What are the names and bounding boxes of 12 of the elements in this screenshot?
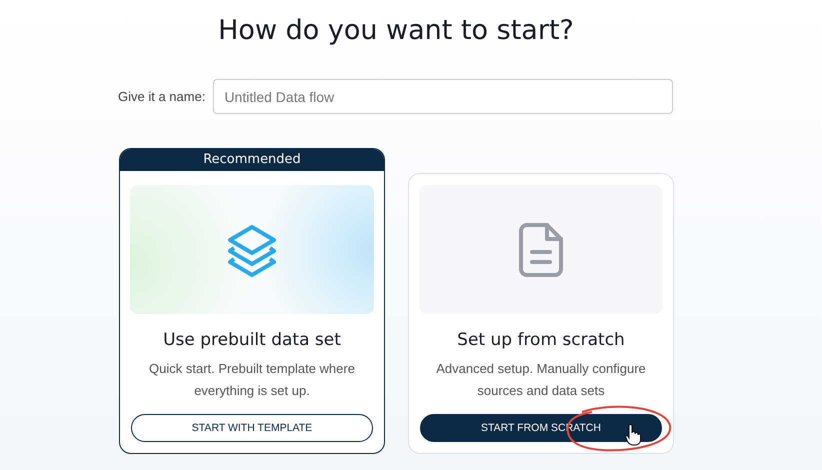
- recommended-banner: Recommended: [120, 149, 384, 171]
- option-title: Set up from scratch: [457, 330, 625, 350]
- option-description: Quick start. Prebuilt template where everything is set up.: [148, 360, 356, 400]
- page-heading: How do you want to start?: [217, 14, 575, 48]
- document-icon: [519, 222, 563, 276]
- start-button[interactable]: START WITH TEMPLATE: [131, 414, 373, 442]
- hand-cursor-icon: [625, 424, 641, 446]
- option-title: Use prebuilt data set: [163, 330, 341, 350]
- option-description: Advanced setup. Manually configure sources and data sets: [435, 360, 647, 400]
- layers-icon: [225, 222, 279, 276]
- name-field[interactable]: Untitled Data flow: [213, 79, 673, 114]
- name-label: Give it a name:: [118, 89, 206, 104]
